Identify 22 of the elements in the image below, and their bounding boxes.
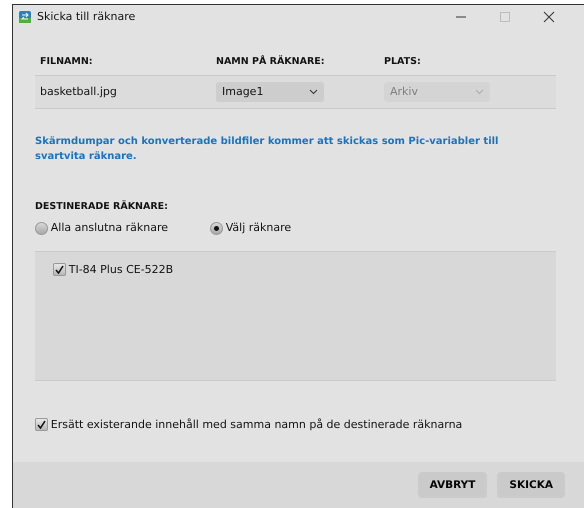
column-header: FILNAMN: [40, 55, 94, 69]
radio-button[interactable] [35, 222, 48, 235]
column-header: NAMN PÅ RÄKNARE: [216, 55, 326, 69]
chevron-icon [475, 89, 484, 96]
window-title: Skicka till räknare [37, 8, 136, 25]
dialog-button[interactable]: SKICKA [497, 472, 565, 498]
checkbox[interactable] [53, 263, 66, 276]
chevron-icon [309, 89, 318, 96]
radio-button[interactable] [210, 222, 224, 235]
radio-label: Välj räknare [226, 220, 292, 236]
info-text: Skärmdumpar och konverterade bildfiler kommer att skickas som Pic-variabler till svartvita räknare. [35, 135, 500, 164]
radio-label: Alla anslutna räknare [50, 220, 168, 236]
section-label: DESTINERADE RÄKNARE: [35, 200, 169, 214]
calculator-name-dropdown[interactable]: Image1 [216, 82, 324, 102]
calculator-label: TI-84 Plus CE-522B [68, 262, 174, 278]
app-icon [19, 11, 31, 23]
close-icon[interactable] [542, 10, 556, 24]
checkbox-label: Ersätt existerande innehåll med samma namn på de destinerade räknarna [50, 416, 462, 432]
checkbox[interactable] [35, 418, 48, 432]
dialog-button[interactable]: AVBRYT [418, 472, 488, 498]
filename-text: basketball.jpg [40, 84, 118, 100]
column-header: PLATS: [384, 55, 421, 69]
